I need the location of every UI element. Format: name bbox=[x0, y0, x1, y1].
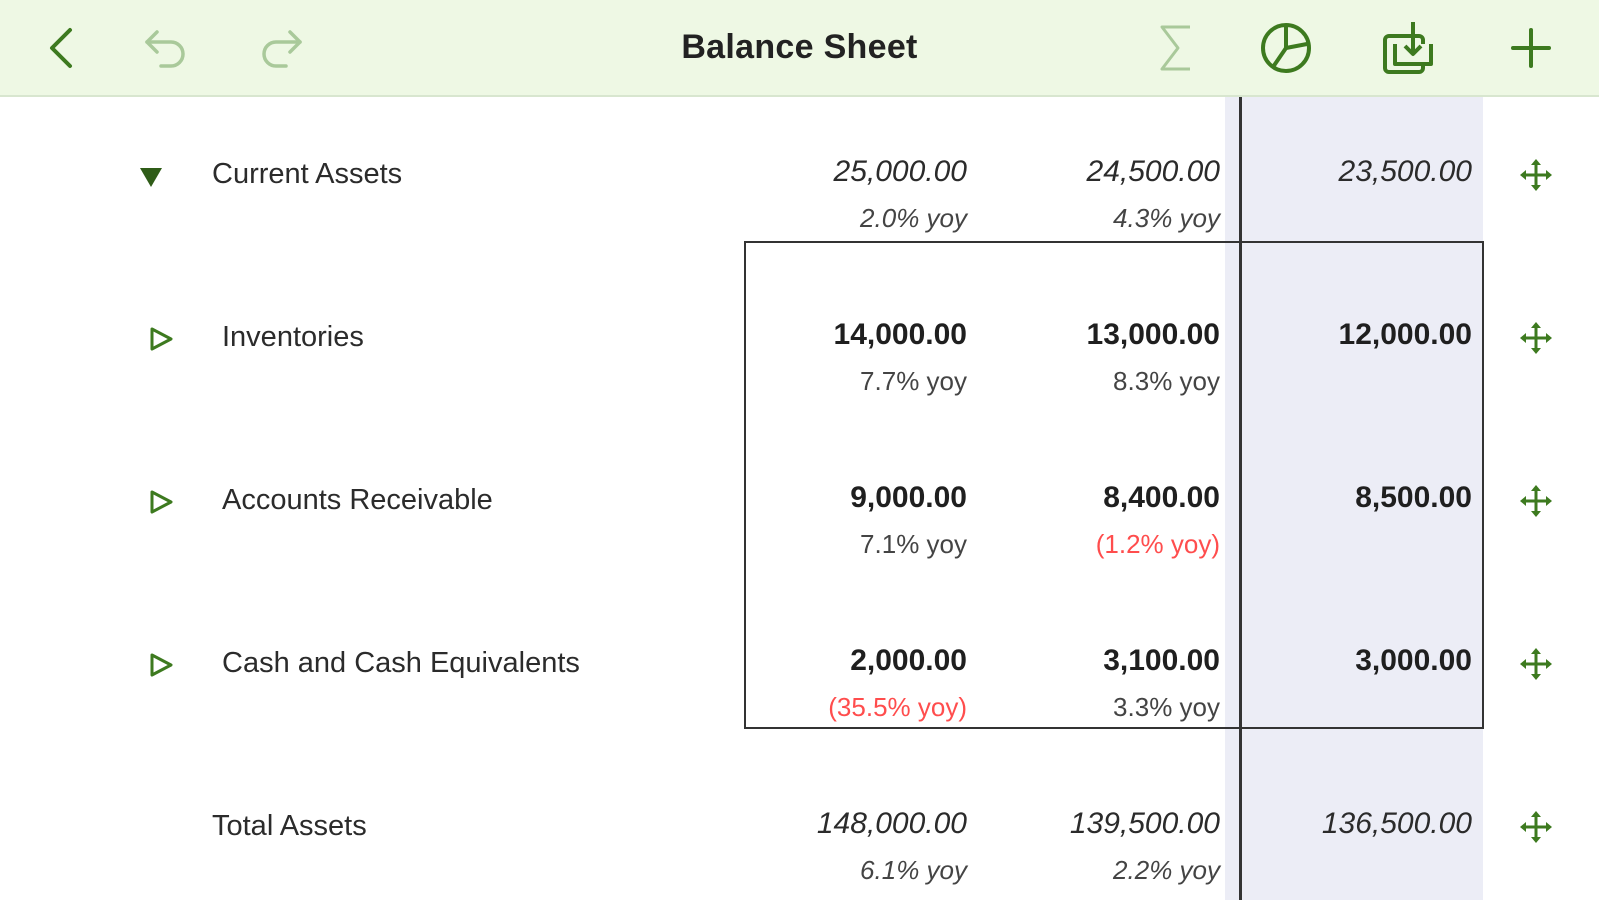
collapsed-triangle-icon[interactable] bbox=[146, 324, 176, 354]
expanded-triangle-icon[interactable] bbox=[136, 161, 166, 191]
cell-yoy-negative: (1.2% yoy) bbox=[1095, 529, 1220, 559]
move-handle-icon[interactable] bbox=[1518, 809, 1554, 845]
cell-yoy-negative: (35.5% yoy) bbox=[828, 692, 967, 722]
table-row-inventories[interactable]: Inventories 14,000.00 7.7% yoy 13,000.00… bbox=[0, 276, 1599, 396]
cell-value: 136,500.00 bbox=[1321, 807, 1472, 840]
move-handle-icon[interactable] bbox=[1518, 320, 1554, 356]
add-button[interactable] bbox=[1503, 20, 1559, 76]
row-label: Current Assets bbox=[212, 158, 403, 190]
export-button[interactable] bbox=[1381, 20, 1437, 76]
sum-button[interactable] bbox=[1148, 20, 1204, 76]
cell-yoy: 4.3% yoy bbox=[1113, 203, 1220, 233]
table-row-cash[interactable]: Cash and Cash Equivalents 2,000.00 (35.5… bbox=[0, 602, 1599, 722]
cell-yoy: 8.3% yoy bbox=[1113, 366, 1220, 396]
table-row-total-assets[interactable]: Total Assets 148,000.00 6.1% yoy 139,500… bbox=[0, 765, 1599, 885]
page-title: Balance Sheet bbox=[681, 28, 918, 66]
cell-value: 9,000.00 bbox=[850, 481, 967, 514]
row-label: Total Assets bbox=[212, 810, 367, 842]
cell-value: 24,500.00 bbox=[1086, 155, 1220, 188]
download-icon bbox=[1383, 22, 1433, 74]
collapsed-triangle-icon[interactable] bbox=[146, 487, 176, 517]
sigma-icon bbox=[1160, 25, 1190, 71]
cell-yoy: 2.0% yoy bbox=[860, 203, 967, 233]
cell-yoy: 3.3% yoy bbox=[1113, 692, 1220, 722]
cell-yoy: 6.1% yoy bbox=[860, 855, 967, 885]
cell-value: 2,000.00 bbox=[850, 644, 967, 677]
cell-yoy: 7.7% yoy bbox=[860, 366, 967, 396]
cell-yoy: 2.2% yoy bbox=[1113, 855, 1220, 885]
cell-value: 12,000.00 bbox=[1338, 318, 1472, 351]
cell-value: 3,100.00 bbox=[1103, 644, 1220, 677]
move-handle-icon[interactable] bbox=[1518, 483, 1554, 519]
add-icon bbox=[1511, 28, 1551, 68]
cell-value: 8,400.00 bbox=[1103, 481, 1220, 514]
move-handle-icon[interactable] bbox=[1518, 157, 1554, 193]
cell-value: 139,500.00 bbox=[1069, 807, 1220, 840]
cell-value: 148,000.00 bbox=[816, 807, 967, 840]
cell-value: 23,500.00 bbox=[1338, 155, 1472, 188]
collapsed-triangle-icon[interactable] bbox=[146, 650, 176, 680]
toolbar: Balance Sheet bbox=[0, 0, 1599, 97]
cell-value: 8,500.00 bbox=[1355, 481, 1472, 514]
cell-value: 14,000.00 bbox=[833, 318, 967, 351]
cell-yoy: 7.1% yoy bbox=[860, 529, 967, 559]
row-label: Inventories bbox=[222, 321, 364, 353]
row-label: Accounts Receivable bbox=[222, 484, 493, 516]
table-row-accounts-receivable[interactable]: Accounts Receivable 9,000.00 7.1% yoy 8,… bbox=[0, 439, 1599, 559]
row-label: Cash and Cash Equivalents bbox=[222, 647, 580, 679]
chart-icon bbox=[1261, 23, 1311, 73]
table-row-current-assets[interactable]: Current Assets 25,000.00 2.0% yoy 24,500… bbox=[0, 113, 1599, 233]
chart-button[interactable] bbox=[1258, 20, 1314, 76]
move-handle-icon[interactable] bbox=[1518, 646, 1554, 682]
cell-value: 13,000.00 bbox=[1086, 318, 1220, 351]
cell-value: 25,000.00 bbox=[833, 155, 967, 188]
cell-value: 3,000.00 bbox=[1355, 644, 1472, 677]
